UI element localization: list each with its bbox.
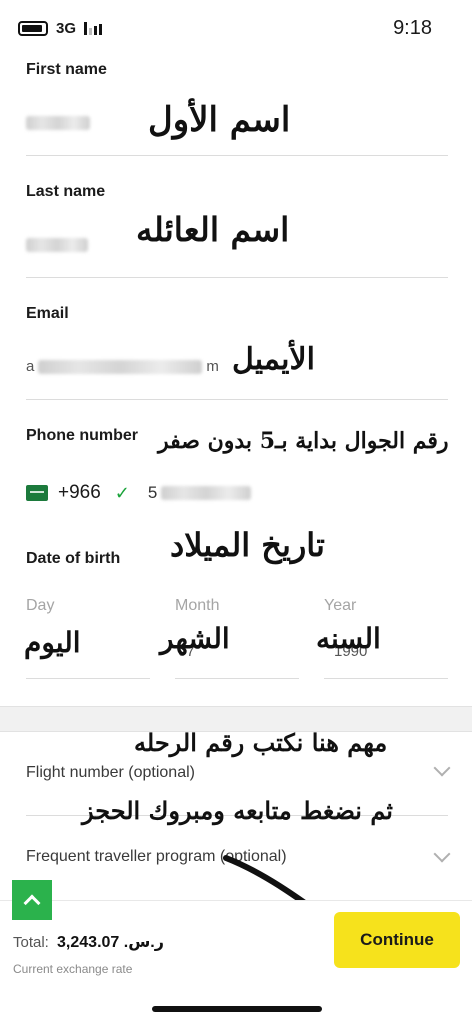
chevron-up-icon[interactable]: [12, 880, 52, 920]
total-price: Total: 3,243.07 .ر.س: [13, 932, 164, 952]
exchange-rate-link[interactable]: Current exchange rate: [13, 962, 132, 976]
total-label: Total:: [13, 934, 49, 951]
annotation-arrow: [223, 855, 346, 934]
continue-button[interactable]: Continue: [334, 912, 460, 968]
home-indicator: [152, 1006, 322, 1012]
total-value: 3,243.07 .ر.س: [57, 934, 164, 951]
